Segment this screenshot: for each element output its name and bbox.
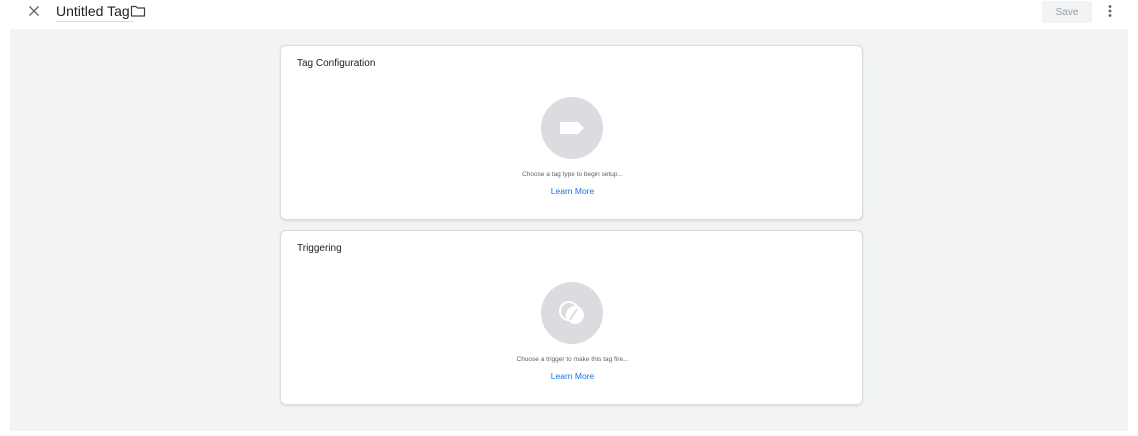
- close-icon: [29, 6, 39, 16]
- folder-icon: [130, 5, 146, 17]
- tag-icon: [560, 122, 584, 134]
- editor-workspace: Tag Configuration Choose a tag type to b…: [10, 29, 1128, 431]
- triggering-title: Triggering: [297, 243, 342, 254]
- save-button[interactable]: Save: [1042, 1, 1092, 23]
- tag-configuration-hint: Choose a tag type to begin setup...: [522, 171, 623, 178]
- choose-tag-type-button[interactable]: [541, 97, 603, 159]
- tag-configuration-title: Tag Configuration: [297, 58, 376, 69]
- folder-button[interactable]: [130, 4, 146, 18]
- tag-configuration-learn-more-link[interactable]: Learn More: [281, 186, 864, 196]
- more-vert-icon: [1108, 5, 1112, 17]
- editor-header: Untitled Tag Save: [0, 0, 1138, 26]
- tag-configuration-card[interactable]: Tag Configuration Choose a tag type to b…: [280, 45, 863, 220]
- triggering-hint: Choose a trigger to make this tag fire..…: [516, 356, 629, 363]
- close-button[interactable]: [26, 3, 42, 19]
- choose-trigger-button[interactable]: [541, 282, 603, 344]
- more-options-button[interactable]: [1104, 3, 1116, 19]
- trigger-icon: [559, 301, 584, 324]
- tag-name-field[interactable]: Untitled Tag: [56, 3, 134, 22]
- triggering-card[interactable]: Triggering Choose a trigger to make this…: [280, 230, 863, 405]
- triggering-learn-more-link[interactable]: Learn More: [281, 371, 864, 381]
